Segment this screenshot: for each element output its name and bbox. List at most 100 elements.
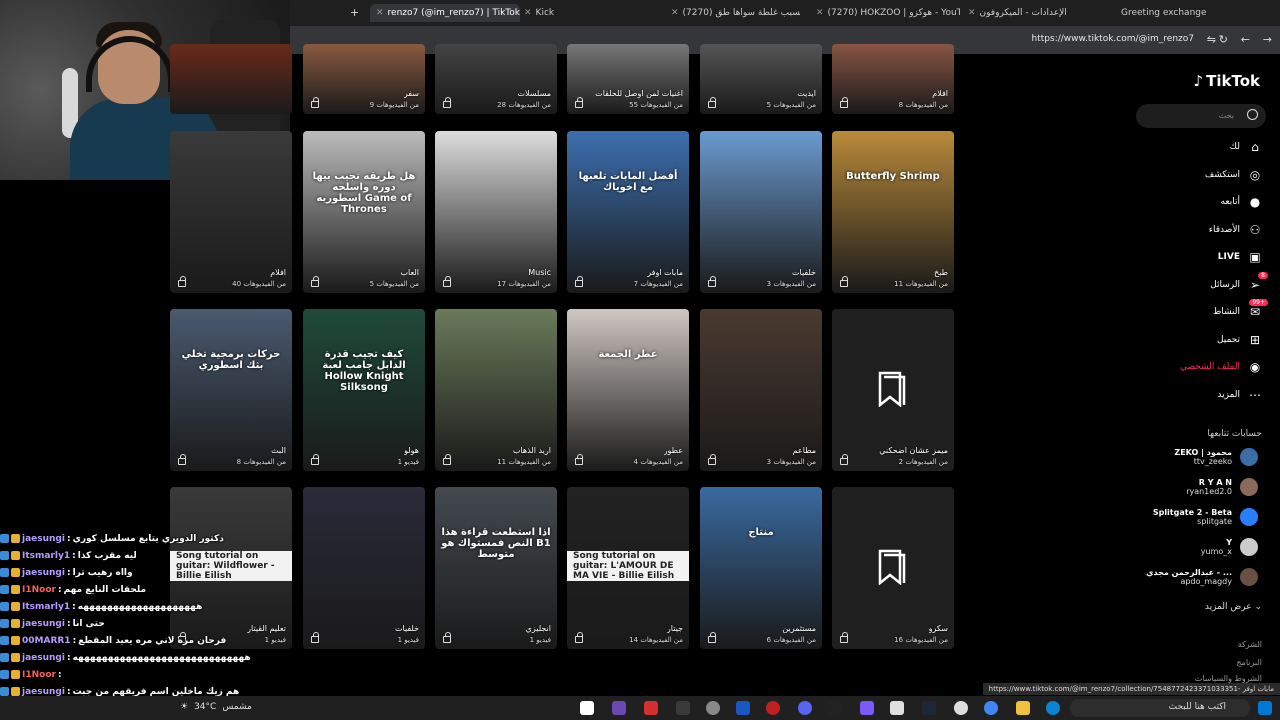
weather-widget[interactable]: ☀ 34°C مشمس xyxy=(180,702,252,712)
nav-item[interactable]: الأصدقاء ⚇ xyxy=(1209,223,1262,237)
app-icon[interactable] xyxy=(612,701,626,715)
nav-item[interactable]: أتابعه ● xyxy=(1221,195,1262,209)
tab-settings[interactable]: ✕ الإعدادات - الميكروفون xyxy=(962,4,1102,22)
nav-item[interactable]: النشاط ✉ 99+ xyxy=(1213,299,1268,319)
chat-username[interactable]: jaesungi xyxy=(22,534,65,544)
collection-card[interactable]: افلام 40 من الفيديوهات xyxy=(170,131,292,293)
nav-item[interactable]: الملف الشخصي ◉ xyxy=(1180,360,1262,374)
app-icon[interactable] xyxy=(644,701,658,715)
app-icon[interactable] xyxy=(736,701,750,715)
nav-item[interactable]: لك ⌂ xyxy=(1230,140,1262,154)
close-icon[interactable]: ✕ xyxy=(671,8,679,18)
close-icon[interactable]: ✕ xyxy=(968,8,976,18)
chat-username[interactable]: jaesungi xyxy=(22,619,65,629)
account-display-name: عبدالرحمن مجدي - ... xyxy=(1146,568,1232,577)
back-icon[interactable]: ← xyxy=(1241,33,1250,46)
collection-card[interactable]: Music 17 من الفيديوهات xyxy=(435,131,557,293)
forward-icon[interactable]: → xyxy=(1263,33,1272,46)
chat-separator: : xyxy=(72,635,77,646)
collection-card[interactable]: اريد الذهاب 11 من الفيديوهات xyxy=(435,309,557,471)
url-field[interactable]: https://www.tiktok.com/@im_renzo7 xyxy=(1032,34,1194,44)
close-icon[interactable]: ✕ xyxy=(524,8,532,18)
tab-greeting[interactable]: Greeting exchange xyxy=(1115,4,1235,22)
collection-card[interactable]: خلفيات 1 فيديو xyxy=(303,487,425,649)
chat-username[interactable]: Itsmarly1 xyxy=(22,602,70,612)
tab-kick[interactable]: ✕ Kick xyxy=(518,4,638,22)
site-settings-icon[interactable]: ⇋ xyxy=(1207,33,1216,46)
chat-username[interactable]: I1Noor xyxy=(22,670,56,680)
windows-start-icon[interactable] xyxy=(1258,701,1272,715)
nav-item[interactable]: الرسائل ➢ 8 xyxy=(1210,271,1268,292)
app-icon[interactable] xyxy=(860,701,874,715)
collection-card[interactable]: افلام 8 من الفيديوهات xyxy=(832,44,954,114)
collection-card[interactable]: سفر 9 من الفيديوهات xyxy=(303,44,425,114)
nav-item-label: تحميل xyxy=(1216,334,1240,345)
footer-terms[interactable]: الشروط والسياسات xyxy=(1195,674,1262,683)
steam-icon[interactable] xyxy=(922,701,936,715)
chat-username[interactable]: jaesungi xyxy=(22,568,65,578)
collection-title: جيتار xyxy=(666,624,683,633)
reload-icon[interactable]: ↻ xyxy=(1219,33,1228,46)
collection-card[interactable]: مطاعم 3 من الفيديوهات xyxy=(700,309,822,471)
tab-youtube-2[interactable]: ✕ (7270) HOKZOO | هوكزو - YouTube xyxy=(810,4,960,22)
search-input[interactable]: بحث xyxy=(1136,104,1266,128)
pen-icon[interactable] xyxy=(580,701,594,715)
footer-program[interactable]: البرنامج xyxy=(1236,658,1262,667)
nav-item[interactable]: LIVE ▣ xyxy=(1218,250,1262,264)
collection-card[interactable] xyxy=(170,44,292,114)
following-account[interactable]: ZEKO | محمود ttv_zeeko xyxy=(1174,448,1258,466)
chat-username[interactable]: 00MARR1 xyxy=(22,636,71,646)
collection-card[interactable]: عطر الجمعة عطور 4 من الفيديوهات xyxy=(567,309,689,471)
close-icon[interactable]: ✕ xyxy=(376,8,384,18)
app-icon[interactable] xyxy=(766,701,780,715)
tab-youtube-1[interactable]: ✕ (7270) بسبب غلطة سواها طق ... xyxy=(665,4,800,22)
footer-company[interactable]: الشركة xyxy=(1238,640,1262,649)
following-account[interactable]: Yyumo_x xyxy=(1201,538,1258,556)
tiktok-logo[interactable]: ♪ TikTok xyxy=(1194,72,1260,90)
collection-card[interactable]: مسلسلات 28 من الفيديوهات xyxy=(435,44,557,114)
chat-username[interactable]: Itsmarly1 xyxy=(22,551,70,561)
collection-card[interactable]: أفضل المابات تلعبها مع اخوياك مابات اوفر 7… xyxy=(567,131,689,293)
following-account[interactable]: Splitgate 2 - Beta splitgate xyxy=(1153,508,1258,526)
tab-tiktok[interactable]: ✕ renzo7 (@im_renzo7) | TikTok xyxy=(370,4,520,22)
nav-item[interactable]: استكشف ◎ xyxy=(1205,168,1262,182)
following-account[interactable]: عبدالرحمن مجدي - ... apdo_magdy xyxy=(1146,568,1258,586)
discord-icon[interactable] xyxy=(798,701,812,715)
nav-item[interactable]: المزيد ⋯ xyxy=(1217,388,1262,402)
chat-username[interactable]: jaesungi xyxy=(22,687,65,697)
collection-card[interactable]: ميمز عشان اضحكني 2 من الفيديوهات xyxy=(832,309,954,471)
chat-text: ههههههههههههههههههههه xyxy=(77,601,203,612)
collection-card[interactable]: اغنيات لمن اوصل للحلقات 55 من الفيديوهات xyxy=(567,44,689,114)
app-icon[interactable] xyxy=(828,701,842,715)
app-icon[interactable] xyxy=(676,701,690,715)
collection-card[interactable]: Song tutorial on guitar: L'AMOUR DE MA V… xyxy=(567,487,689,649)
search-icon[interactable] xyxy=(1247,109,1258,120)
chat-username[interactable]: jaesungi xyxy=(22,653,65,663)
show-more-link[interactable]: عرض المزيد ⌄ xyxy=(1205,602,1262,612)
chrome-icon[interactable] xyxy=(984,701,998,715)
nav-item[interactable]: تحميل ⊞ xyxy=(1217,333,1262,347)
taskbar-search[interactable]: اكتب هنا للبحث xyxy=(1070,699,1250,717)
collection-card[interactable]: اذا استطعت قراءة هذا النص فمستواك هو B1 … xyxy=(435,487,557,649)
app-icon[interactable] xyxy=(954,701,968,715)
chat-username[interactable]: I1Noor xyxy=(22,585,56,595)
thumbnail-caption: منتاج xyxy=(748,527,774,538)
edge-icon[interactable] xyxy=(1046,701,1060,715)
folder-icon[interactable] xyxy=(1016,701,1030,715)
following-account[interactable]: R Y A Nryan1ed2.0 xyxy=(1186,478,1258,496)
collection-card[interactable]: منتاج مستثمرين 6 من الفيديوهات xyxy=(700,487,822,649)
collection-card[interactable]: هل طريقه تجيب بيها دوره واسلحه اسطوريه G… xyxy=(303,131,425,293)
collection-card[interactable]: ايديت 5 من الفيديوهات xyxy=(700,44,822,114)
chat-message: 00MARR1 : فرحان مره لاني مره يعيد المقطع xyxy=(0,632,300,649)
collection-card[interactable]: Butterfly Shrimp طبخ 11 من الفيديوهات xyxy=(832,131,954,293)
kick-badge-icon xyxy=(0,568,9,577)
app-icon[interactable] xyxy=(890,701,904,715)
settings-icon[interactable] xyxy=(706,701,720,715)
collection-card[interactable]: سكرو 16 من الفيديوهات xyxy=(832,487,954,649)
collection-card[interactable]: حركات برمجية تخلي بثك اسطوري البث 8 من الف… xyxy=(170,309,292,471)
close-icon[interactable]: ✕ xyxy=(816,8,824,18)
collection-title: اريد الذهاب xyxy=(512,446,551,455)
new-tab-button[interactable]: + xyxy=(350,6,359,19)
collection-card[interactable]: خلفيات 3 من الفيديوهات xyxy=(700,131,822,293)
collection-card[interactable]: كيف تجيب قدرة الدابل جامب لعبة Hollow Kn… xyxy=(303,309,425,471)
